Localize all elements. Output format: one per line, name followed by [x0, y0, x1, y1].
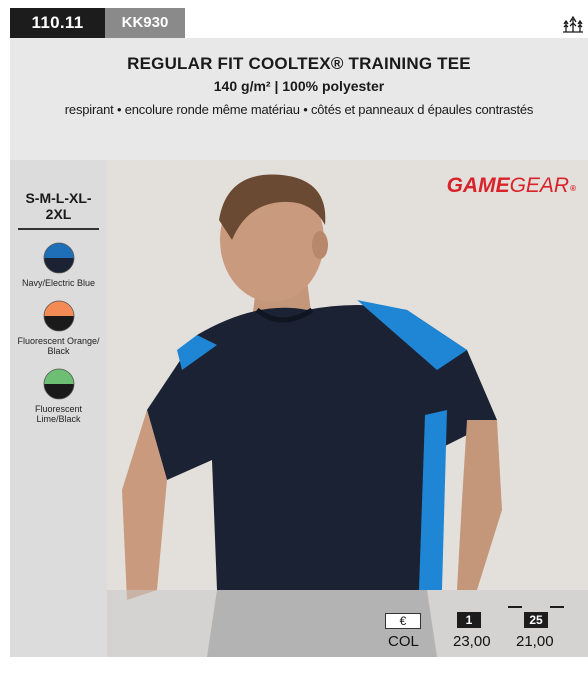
qty-tier-label: 1: [457, 612, 481, 628]
eco-tree-icon: [563, 15, 583, 33]
currency-label: €: [385, 613, 421, 629]
top-bar: 110.11 KK930: [10, 8, 588, 38]
tier-price: 21,00: [516, 633, 554, 650]
color-dot-icon: [43, 368, 74, 400]
brand-logo: GAMEGEAR®: [446, 174, 576, 197]
color-swatch-label: Navy/Electric Blue: [21, 278, 96, 288]
reference-code: 110.11: [10, 8, 105, 38]
product-features: respirant • encolure ronde même matériau…: [64, 102, 534, 117]
model-wearing-tee-illustration: [107, 160, 588, 657]
color-swatch[interactable]: Fluorescent Orange/ Black: [10, 300, 107, 356]
tier-dash-left: [508, 606, 522, 608]
tier-dash-right: [550, 606, 564, 608]
row-label: COL: [388, 633, 419, 650]
color-dot-icon: [43, 300, 74, 332]
product-subtitle: 140 g/m² | 100% polyester: [213, 78, 385, 94]
product-header: REGULAR FIT COOLTEX® TRAINING TEE 140 g/…: [10, 38, 588, 160]
model-code: KK930: [105, 8, 185, 38]
options-column: S-M-L-XL-2XL Navy/Electric Blue Fluoresc…: [10, 160, 107, 657]
color-swatch[interactable]: Fluorescent Lime/Black: [10, 368, 107, 424]
tier-price: 23,00: [453, 633, 491, 650]
color-swatch-label: Fluorescent Orange/ Black: [17, 336, 100, 356]
color-dot-icon: [43, 242, 74, 274]
qty-tier-label: 25: [524, 612, 548, 628]
price-table: € COL 1 23,00 25 21,00: [107, 590, 588, 657]
color-swatch[interactable]: Navy/Electric Blue: [10, 242, 107, 288]
product-title: REGULAR FIT COOLTEX® TRAINING TEE: [127, 54, 471, 73]
size-range: S-M-L-XL-2XL: [18, 190, 99, 230]
color-swatch-label: Fluorescent Lime/Black: [34, 404, 83, 424]
product-photo: GAMEGEAR®: [107, 160, 588, 657]
